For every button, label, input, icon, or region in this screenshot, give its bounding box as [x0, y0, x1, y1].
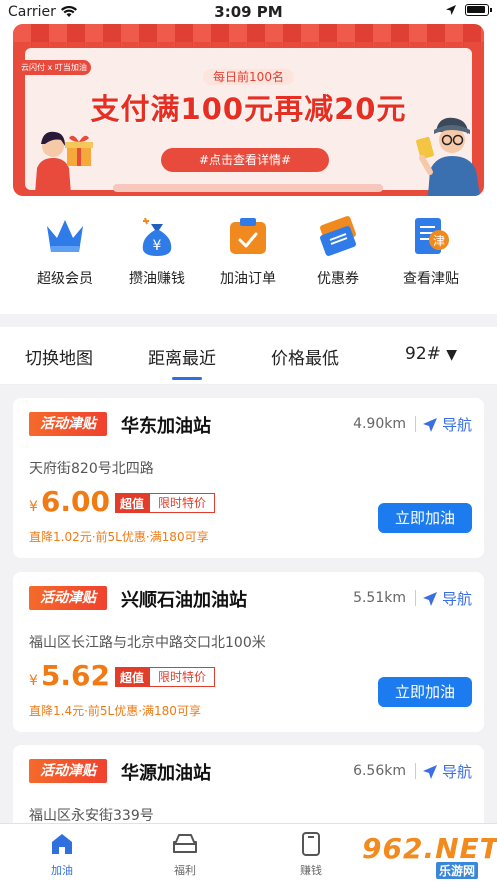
quick-fuel-orders[interactable]: 加油订单 [203, 214, 293, 288]
promo-banner[interactable]: 云闪付 x 叮当加油 每日前100名 支付满100元再减20元 #点击查看详情# [13, 24, 484, 196]
activity-allowance-tag: 活动津贴 [29, 586, 107, 610]
banner-subtitle: 每日前100名 [13, 68, 484, 85]
status-bar: Carrier 3:09 PM [0, 0, 497, 24]
home-icon [48, 830, 76, 858]
quick-super-member[interactable]: 超级会员 [20, 214, 110, 288]
location-arrow-icon [446, 5, 456, 15]
deal-badge: 超值 限时特价 [115, 667, 216, 687]
filter-bar: 切换地图 距离最近 价格最低 92# ▼ [0, 327, 497, 385]
tab-refuel[interactable]: 加油 [27, 830, 97, 878]
divider [415, 416, 416, 432]
station-distance: 4.90km [353, 416, 406, 432]
caret-down-icon: ▼ [446, 347, 458, 363]
svg-text:津: 津 [433, 234, 445, 248]
quick-actions: 超级会员 ¥ 攒油赚钱 加油订单 优惠券 津 查看津贴 [0, 214, 497, 294]
navigate-button[interactable]: 导航 [422, 588, 472, 609]
filter-active-indicator [172, 377, 202, 380]
deal-badge-label: 超值 [115, 667, 150, 687]
filter-switch-map[interactable]: 切换地图 [25, 344, 93, 369]
quick-view-allowance[interactable]: 津 查看津贴 [386, 214, 476, 288]
divider [415, 763, 416, 779]
money-bag-icon: ¥ [135, 214, 179, 258]
filter-nearest[interactable]: 距离最近 [148, 344, 216, 369]
deal-badge: 超值 限时特价 [115, 493, 216, 513]
watermark-main: 962.NET [362, 832, 497, 865]
station-address: 天府街820号北四路 [29, 461, 154, 477]
banner-base-bar [113, 184, 383, 192]
price-value: 5.62 [40, 659, 111, 692]
tab-welfare[interactable]: 福利 [150, 830, 220, 878]
navigation-arrow-icon [422, 764, 437, 779]
station-distance: 5.51km [353, 590, 406, 606]
station-card[interactable]: 活动津贴 兴顺石油加油站 5.51km 导航 福山区长江路与北京中路交口北100… [13, 572, 484, 732]
tab-label: 福利 [174, 864, 196, 877]
woman-with-gift-illustration [35, 131, 93, 194]
fuel-price: ¥5.62 [29, 659, 110, 692]
activity-allowance-tag: 活动津贴 [29, 412, 107, 436]
tab-earn[interactable]: 赚钱 [276, 830, 346, 878]
coupon-icon [316, 214, 360, 258]
watermark-sub: 乐游网 [436, 862, 479, 879]
fuel-price: ¥6.00 [29, 485, 110, 518]
station-name: 兴顺石油加油站 [121, 590, 247, 611]
deal-badge-label: 超值 [115, 493, 150, 513]
activity-allowance-tag: 活动津贴 [29, 759, 107, 783]
quick-label: 加油订单 [220, 271, 276, 287]
quick-coupons[interactable]: 优惠券 [293, 214, 383, 288]
currency-symbol: ¥ [29, 673, 38, 689]
allowance-icon: 津 [409, 214, 453, 258]
phone-icon [297, 830, 325, 858]
quick-label: 攒油赚钱 [129, 271, 185, 287]
promo-text: 直降1.02元·前5L优惠·满180可享 [29, 530, 209, 544]
filter-cheapest[interactable]: 价格最低 [271, 344, 339, 369]
tab-label: 赚钱 [300, 864, 322, 877]
currency-symbol: ¥ [29, 499, 38, 515]
banner-detail-button[interactable]: #点击查看详情# [161, 148, 329, 172]
status-right [445, 4, 492, 16]
station-card[interactable]: 活动津贴 华东加油站 4.90km 导航 天府街820号北四路 ¥6.00 超值… [13, 398, 484, 558]
station-address: 福山区永安街339号 [29, 808, 154, 824]
navigate-label: 导航 [441, 416, 472, 434]
man-with-card-illustration [416, 117, 480, 196]
quick-label: 优惠券 [317, 271, 359, 287]
quick-label: 超级会员 [37, 271, 93, 287]
refuel-now-button[interactable]: 立即加油 [378, 503, 472, 533]
navigate-label: 导航 [441, 763, 472, 781]
navigation-arrow-icon [422, 591, 437, 606]
promo-text: 直降1.4元·前5L优惠·满180可享 [29, 704, 201, 718]
divider [415, 590, 416, 606]
fuel-type-value: 92# [405, 344, 441, 364]
top-section: 云闪付 x 叮当加油 每日前100名 支付满100元再减20元 #点击查看详情# [0, 24, 497, 314]
station-distance: 6.56km [353, 763, 406, 779]
refuel-now-button[interactable]: 立即加油 [378, 677, 472, 707]
navigate-button[interactable]: 导航 [422, 414, 472, 435]
car-icon [171, 830, 199, 858]
price-value: 6.00 [40, 485, 111, 518]
clock: 3:09 PM [214, 3, 283, 21]
station-name: 华东加油站 [121, 416, 211, 437]
navigation-arrow-icon [422, 417, 437, 432]
tab-label: 加油 [51, 864, 73, 877]
deal-badge-text: 限时特价 [149, 667, 216, 687]
fuel-type-dropdown[interactable]: 92# ▼ [405, 344, 457, 364]
svg-text:¥: ¥ [153, 238, 162, 254]
site-watermark: 962.NET 乐游网 [362, 832, 497, 880]
crown-icon [43, 214, 87, 258]
battery-icon [465, 4, 492, 16]
station-name: 华源加油站 [121, 763, 211, 784]
order-icon [226, 214, 270, 258]
navigate-button[interactable]: 导航 [422, 761, 472, 782]
navigate-label: 导航 [441, 590, 472, 608]
banner-subtitle-text: 每日前100名 [203, 69, 294, 85]
quick-label: 查看津贴 [403, 271, 459, 287]
station-address: 福山区长江路与北京中路交口北100米 [29, 635, 266, 651]
quick-earn-oil[interactable]: ¥ 攒油赚钱 [112, 214, 202, 288]
deal-badge-text: 限时特价 [149, 493, 216, 513]
